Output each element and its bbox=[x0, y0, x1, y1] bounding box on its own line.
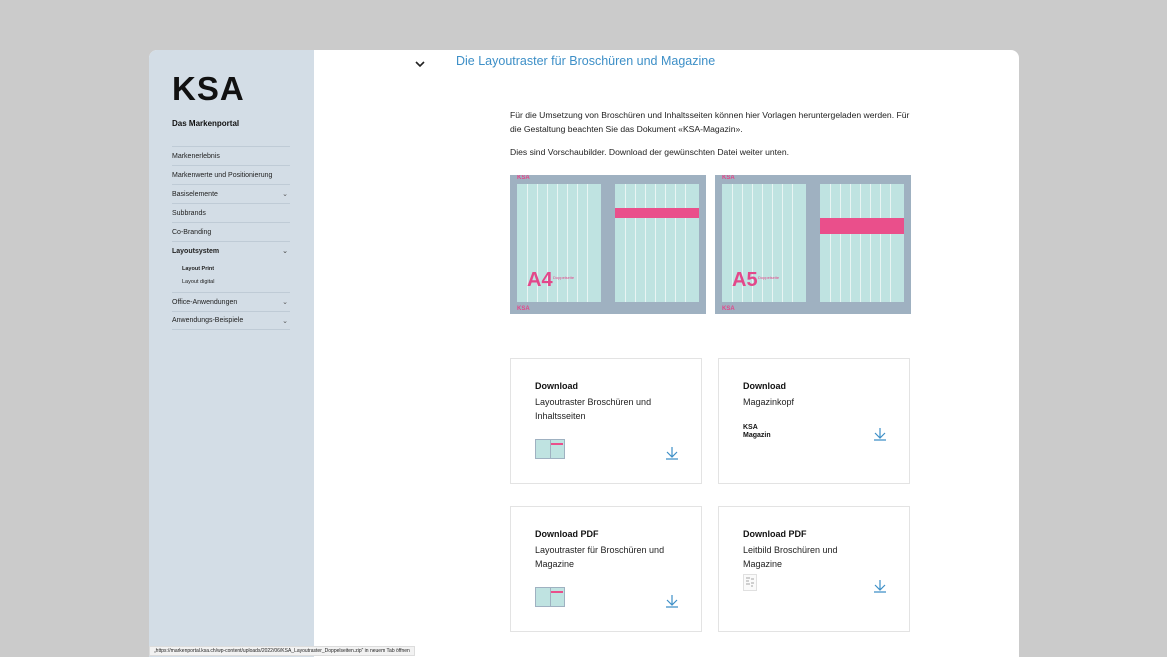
preview-a5-spread: KSA A5 Doppelseite KSA bbox=[715, 175, 911, 314]
browser-status-bar: „https://markenportal.ksa.ch/wp-content/… bbox=[149, 646, 415, 656]
ksa-logo[interactable]: KSA bbox=[172, 72, 245, 105]
chevron-down-icon bbox=[415, 60, 425, 67]
download-card-pdf-layoutraster[interactable]: Download PDF Layoutraster für Broschüren… bbox=[510, 506, 702, 632]
card-description: Magazinkopf bbox=[743, 397, 795, 407]
sidebar-item-layoutsystem[interactable]: Layoutsystem ⌄ bbox=[172, 241, 290, 260]
layoutsystem-subnav: Layout Print Layout digital bbox=[172, 260, 290, 292]
download-card-magazinkopf[interactable]: Download Magazinkopf KSA Magazin bbox=[718, 358, 910, 484]
card-title: Download bbox=[743, 381, 786, 391]
sidebar-item-label: Office-Anwendungen bbox=[172, 298, 238, 306]
sidebar-item-label: Markenerlebnis bbox=[172, 152, 220, 160]
download-arrow-icon[interactable] bbox=[873, 579, 887, 593]
portal-title: Das Markenportal bbox=[172, 119, 240, 128]
preview-pink-bar bbox=[615, 208, 699, 218]
sidebar-item-markenerlebnis[interactable]: Markenerlebnis bbox=[172, 146, 290, 165]
sidebar-item-anwendungs-beispiele[interactable]: Anwendungs-Beispiele ⌄ bbox=[172, 311, 290, 330]
preview-label: Doppelseite bbox=[553, 275, 575, 280]
sidebar-item-basiselemente[interactable]: Basiselemente ⌄ bbox=[172, 184, 290, 203]
download-card-pdf-leitbild[interactable]: Download PDF Leitbild Broschüren und Mag… bbox=[718, 506, 910, 632]
logo-line: Magazin bbox=[743, 432, 771, 439]
download-arrow-icon[interactable] bbox=[665, 446, 679, 460]
preview-format: A5 bbox=[732, 269, 758, 291]
chevron-down-icon[interactable]: ⌄ bbox=[282, 190, 290, 198]
card-description: Layoutraster Broschüren und Inhaltsseite… bbox=[535, 397, 652, 421]
preview-brand: KSA bbox=[517, 306, 530, 312]
sidebar-item-label: Subbrands bbox=[172, 209, 206, 217]
sidebar-item-office-anwendungen[interactable]: Office-Anwendungen ⌄ bbox=[172, 292, 290, 311]
sidebar-item-label: Anwendungs-Beispiele bbox=[172, 317, 244, 324]
preview-page-left: A5 Doppelseite bbox=[722, 184, 806, 302]
card-title: Download bbox=[535, 381, 578, 391]
sidebar-item-subbrands[interactable]: Subbrands bbox=[172, 203, 290, 222]
card-title: Download PDF bbox=[535, 529, 599, 539]
preview-brand: KSA bbox=[517, 175, 530, 181]
download-arrow-icon[interactable] bbox=[873, 427, 887, 441]
sidebar-item-label: Layoutsystem bbox=[172, 247, 220, 255]
preview-label: Doppelseite bbox=[758, 275, 780, 280]
preview-a4-spread: KSA A4 Doppelseite KSA bbox=[510, 175, 706, 314]
download-arrow-icon[interactable] bbox=[665, 594, 679, 608]
preview-brand: KSA bbox=[722, 175, 735, 181]
document-thumbnail bbox=[743, 574, 757, 591]
sidebar-item-label: Basiselemente bbox=[172, 190, 218, 198]
chevron-down-icon[interactable]: ⌄ bbox=[282, 317, 290, 325]
sidebar: KSA Das Markenportal Markenerlebnis Mark… bbox=[149, 50, 314, 657]
preview-note: Dies sind Vorschaubilder. Download der g… bbox=[510, 147, 789, 157]
sidebar-item-markenwerte[interactable]: Markenwerte und Positionierung bbox=[172, 165, 290, 184]
subnav-item-layout-digital[interactable]: Layout digital bbox=[182, 275, 290, 288]
sidebar-item-label: Markenwerte und Positionierung bbox=[172, 171, 273, 179]
preview-page-right bbox=[820, 184, 904, 302]
preview-brand: KSA bbox=[722, 306, 735, 312]
preview-page-left: A4 Doppelseite bbox=[517, 184, 601, 302]
sidebar-item-co-branding[interactable]: Co-Branding bbox=[172, 222, 290, 241]
sidebar-item-label: Co-Branding bbox=[172, 228, 212, 236]
subnav-item-layout-print[interactable]: Layout Print bbox=[182, 262, 290, 275]
ksa-magazin-logo: KSA Magazin bbox=[743, 424, 771, 440]
chevron-down-icon[interactable]: ⌄ bbox=[282, 247, 290, 255]
logo-line: KSA bbox=[743, 424, 758, 431]
chevron-down-icon[interactable]: ⌄ bbox=[282, 298, 290, 306]
card-description: Leitbild Broschüren und Magazine bbox=[743, 545, 838, 569]
browser-window: KSA Das Markenportal Markenerlebnis Mark… bbox=[149, 50, 1019, 657]
preview-format: A4 bbox=[527, 269, 553, 291]
layout-thumbnail bbox=[535, 439, 565, 459]
download-card-layoutraster[interactable]: Download Layoutraster Broschüren und Inh… bbox=[510, 358, 702, 484]
section-collapse-toggle[interactable] bbox=[413, 57, 427, 71]
sidebar-nav: Markenerlebnis Markenwerte und Positioni… bbox=[172, 146, 290, 330]
preview-pink-bar bbox=[820, 218, 904, 234]
layout-thumbnail bbox=[535, 587, 565, 607]
preview-page-right bbox=[615, 184, 699, 302]
intro-text: Für die Umsetzung von Broschüren und Inh… bbox=[510, 110, 910, 134]
section-title: Die Layoutraster für Broschüren und Maga… bbox=[456, 54, 716, 68]
card-title: Download PDF bbox=[743, 529, 807, 539]
card-description: Layoutraster für Broschüren und Magazine bbox=[535, 545, 665, 569]
